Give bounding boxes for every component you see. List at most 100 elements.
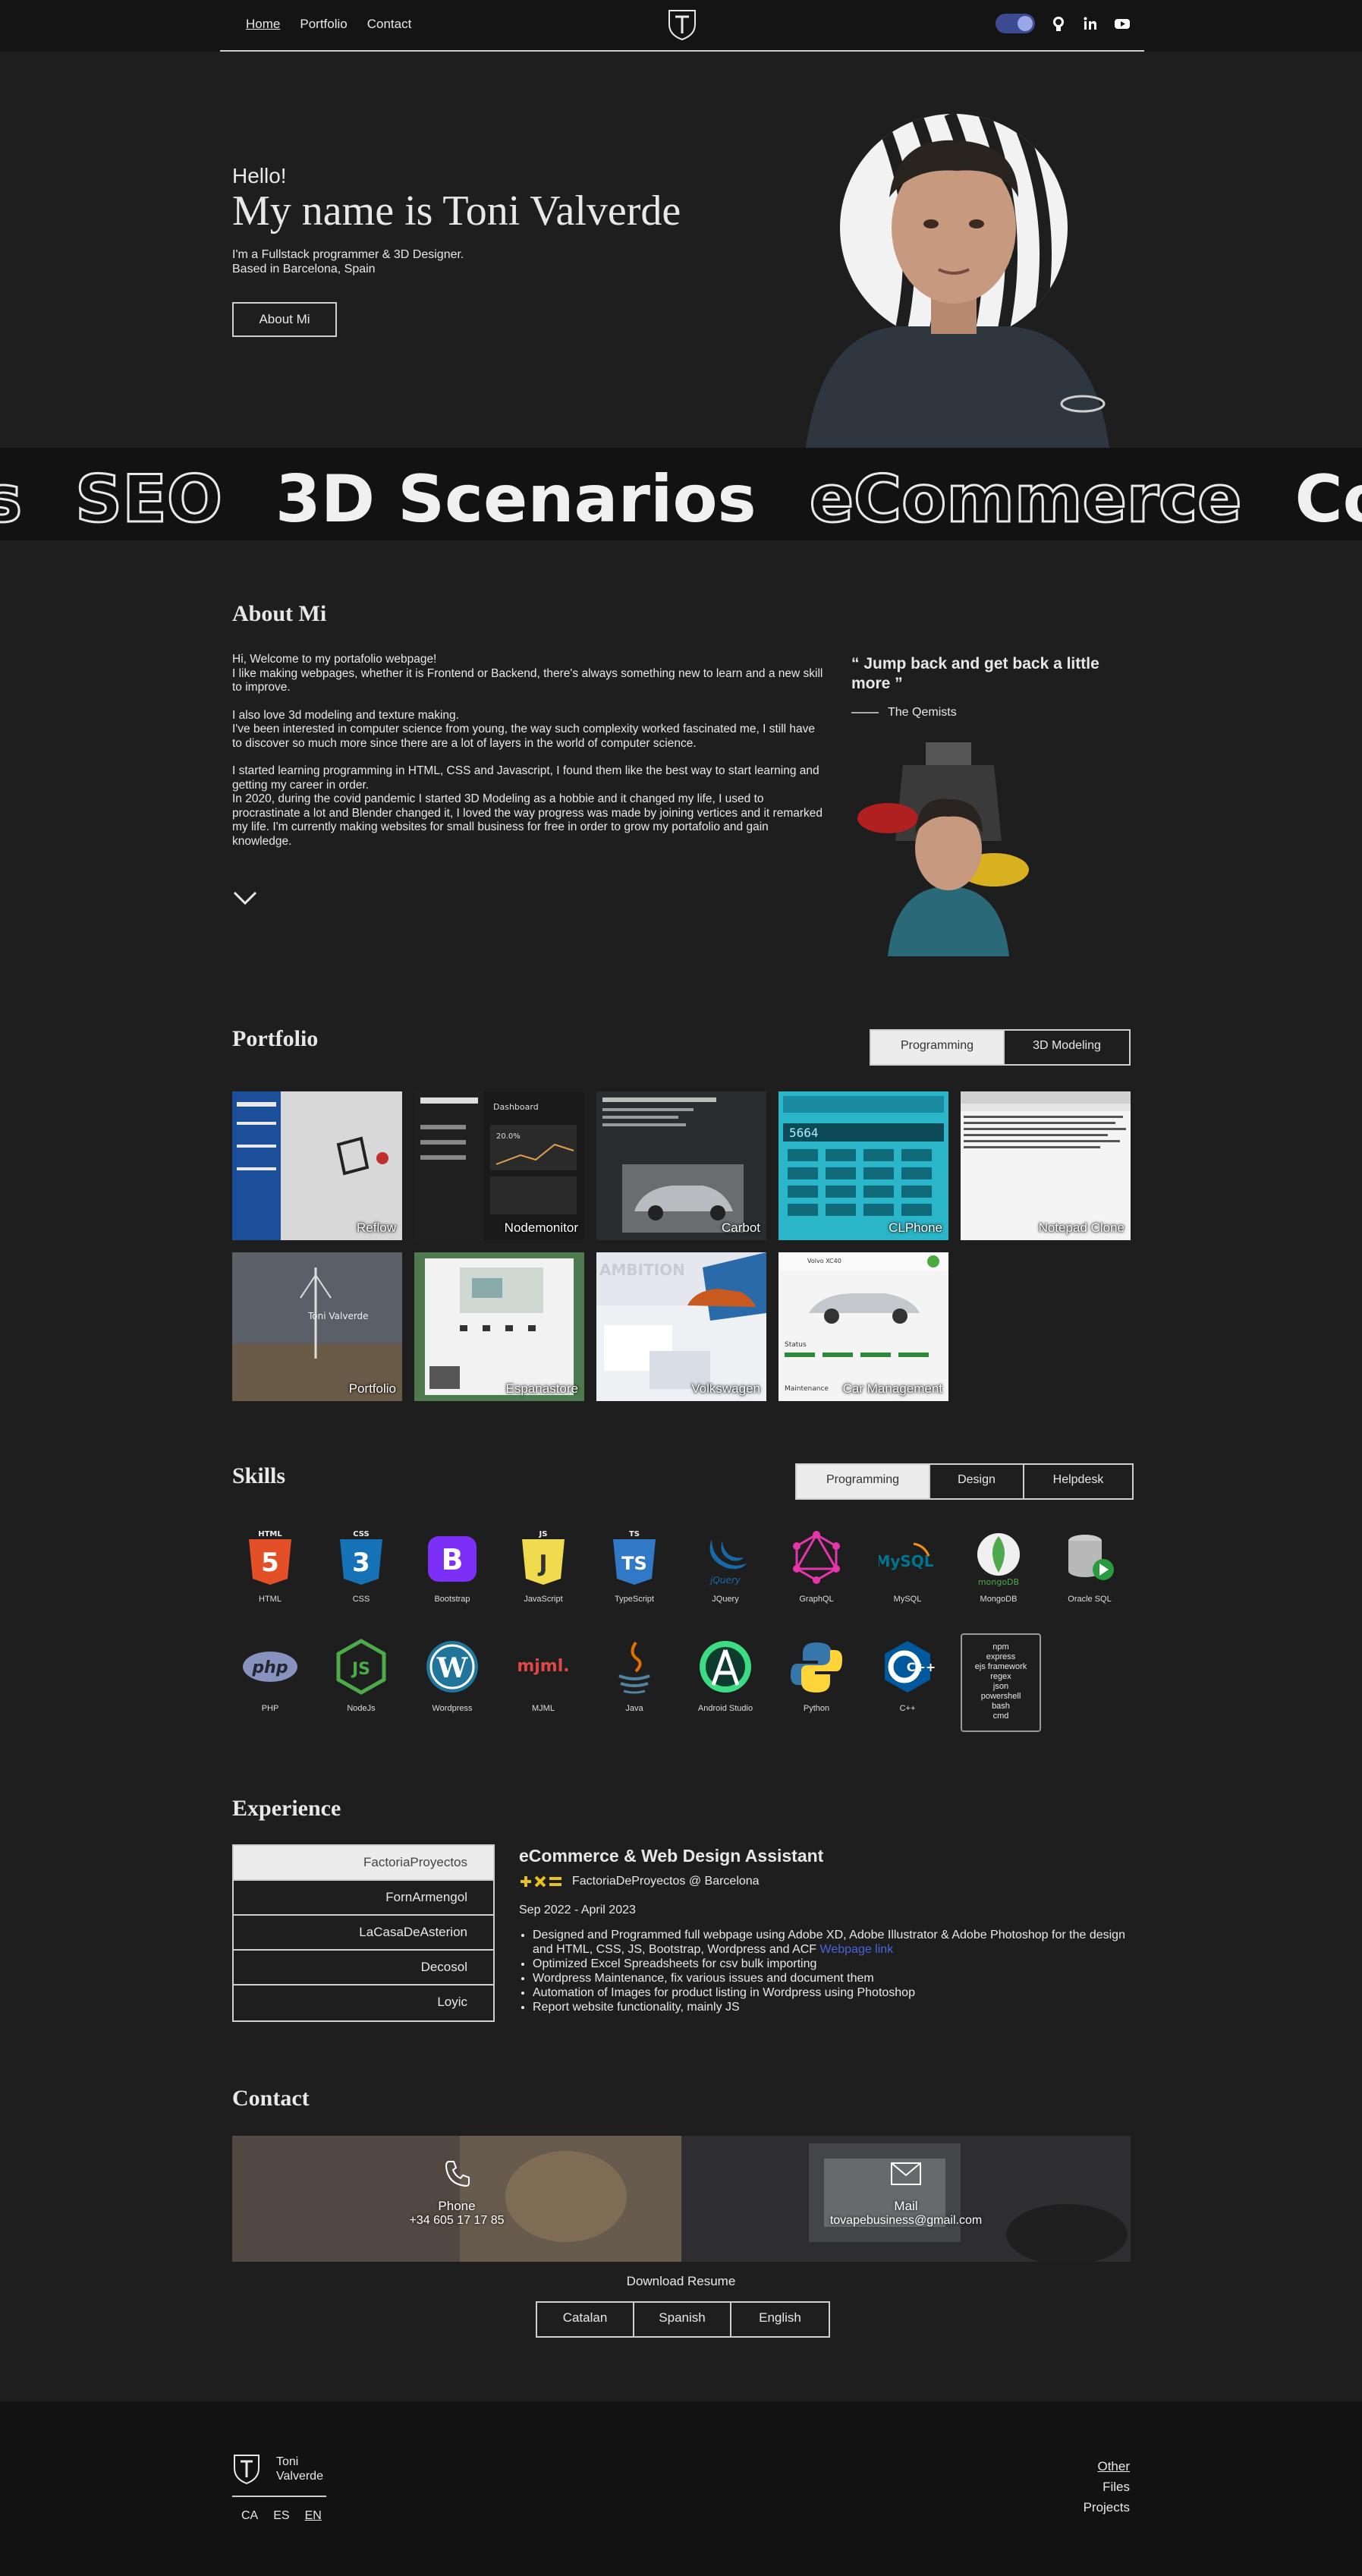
portfolio-card-clphone[interactable]: 5664 CLPhone [779, 1091, 948, 1240]
portfolio-card-volkswagen[interactable]: AMBITION Volkswagen [596, 1252, 766, 1401]
skill-label: HTML [259, 1595, 282, 1604]
lang-ca-link[interactable]: CA [241, 2509, 258, 2523]
html-icon-top: HTML [258, 1530, 282, 1538]
css-icon-number: 3 [352, 1548, 370, 1578]
tool-item: bash [992, 1702, 1010, 1711]
footer-logo-icon[interactable] [232, 2453, 261, 2485]
tool-item: json [992, 1682, 1009, 1691]
experience-company-item[interactable]: Decosol [234, 1951, 493, 1986]
skill-label: MJML [532, 1704, 555, 1713]
volkswagen-thumbnail: AMBITION [596, 1252, 766, 1401]
experience-role: eCommerce & Web Design Assistant [519, 1846, 824, 1866]
tab-3d-modeling[interactable]: 3D Modeling [1005, 1031, 1129, 1064]
tab-programming[interactable]: Programming [871, 1031, 1005, 1064]
extra-tools-box: npm express ejs framework regex json pow… [961, 1633, 1041, 1732]
reflow-thumbnail [232, 1091, 402, 1240]
company-logo-icon [521, 1875, 561, 1888]
espanastore-thumbnail [414, 1252, 584, 1401]
tab-skills-helpdesk[interactable]: Helpdesk [1024, 1465, 1132, 1498]
portfolio-card-carbot[interactable]: Carbot [596, 1091, 766, 1240]
resume-english-button[interactable]: English [731, 2303, 829, 2336]
phone-value: +34 605 17 17 85 [409, 2214, 505, 2227]
portfolio-card-portfolio[interactable]: Toni Valverde Portfolio [232, 1252, 402, 1401]
experience-company-item[interactable]: FornArmengol [234, 1881, 493, 1916]
logo-icon[interactable] [666, 8, 698, 41]
contact-phone[interactable]: Phone +34 605 17 17 85 [232, 2136, 681, 2262]
skill-cpp: C++ C++ [870, 1638, 945, 1713]
portfolio-card-reflow[interactable]: Reflow [232, 1091, 402, 1240]
wordpress-icon: W [426, 1641, 478, 1693]
linkedin-icon[interactable] [1082, 15, 1099, 32]
experience-bullet: Report website functionality, mainly JS [533, 2000, 1132, 2014]
experience-company-text: FactoriaDeProyectos @ Barcelona [572, 1875, 760, 1888]
portfolio-card-espanastore[interactable]: Espanastore [414, 1252, 584, 1401]
css3-icon: CSS 3 [340, 1530, 382, 1585]
github-icon[interactable] [1050, 15, 1067, 32]
quote-author: The Qemists [851, 706, 957, 720]
resume-spanish-button[interactable]: Spanish [634, 2303, 731, 2336]
skill-wordpress: W Wordpress [414, 1638, 490, 1713]
contact-banner: Phone +34 605 17 17 85 Mail tovapebusine… [232, 2136, 1131, 2262]
jquery-icon-text: jQuery [709, 1575, 741, 1586]
webpage-link[interactable]: Webpage link [820, 1943, 894, 1956]
skill-mongodb: mongoDB MongoDB [961, 1529, 1036, 1604]
resume-language-buttons: Catalan Spanish English [536, 2301, 830, 2338]
lang-en-link[interactable]: EN [305, 2509, 322, 2523]
mjml-icon-text: mjml. [517, 1657, 569, 1676]
skill-python: Python [779, 1638, 854, 1713]
ts-icon-glyph: TS [621, 1553, 647, 1574]
mjml-icon: mjml. [517, 1657, 569, 1676]
nav-link-portfolio[interactable]: Portfolio [300, 17, 347, 32]
portfolio-card-label: Notepad Clone [1038, 1220, 1125, 1235]
portfolio-card-label: Car Management [842, 1381, 942, 1396]
python-icon [791, 1642, 842, 1693]
contact-mail[interactable]: Mail tovapebusiness@gmail.com [681, 2136, 1131, 2262]
mysql-icon: MySQL [875, 1542, 934, 1570]
experience-company-item[interactable]: FactoriaProyectos [234, 1846, 493, 1881]
theme-toggle[interactable] [996, 14, 1035, 33]
portfolio-thumbnail: Toni Valverde [232, 1252, 402, 1401]
skill-mysql: MySQL MySQL [870, 1529, 945, 1604]
about-paragraph: I started learning programming in HTML, … [232, 764, 823, 848]
bootstrap-icon: B [428, 1536, 477, 1582]
portfolio-card-label: Nodemonitor [504, 1220, 578, 1235]
tab-skills-programming[interactable]: Programming [797, 1465, 930, 1498]
carbot-thumbnail [596, 1091, 766, 1240]
portfolio-card-nodemonitor[interactable]: Dashboard 20.0% Nodemonitor [414, 1091, 584, 1240]
skill-oracle-sql: Oracle SQL [1052, 1529, 1128, 1604]
portfolio-thumb-text: Toni Valverde [307, 1311, 369, 1321]
database-icon [1068, 1535, 1114, 1580]
nav-link-home[interactable]: Home [246, 17, 280, 32]
experience-company-item[interactable]: Loyic [234, 1986, 493, 2020]
experience-title: Experience [232, 1796, 341, 1821]
calc-display: 5664 [789, 1126, 819, 1140]
mongodb-icon: mongoDB [977, 1533, 1020, 1587]
resume-catalan-button[interactable]: Catalan [537, 2303, 634, 2336]
portfolio-card-notepad[interactable]: Notepad Clone [961, 1091, 1131, 1240]
about-title: About Mi [232, 601, 327, 626]
jquery-icon: jQuery [709, 1539, 747, 1586]
footer-link-other[interactable]: Other [1084, 2456, 1130, 2477]
skills-title: Skills [232, 1463, 286, 1488]
experience-company-item[interactable]: LaCasaDeAsterion [234, 1916, 493, 1951]
tool-item: powershell [980, 1692, 1021, 1701]
footer-link-files[interactable]: Files [1084, 2477, 1130, 2497]
phone-label: Phone [438, 2199, 476, 2213]
carmgmt-maintenance: Maintenance [785, 1385, 829, 1393]
cpp-icon-text: C++ [907, 1660, 936, 1674]
nav-link-contact[interactable]: Contact [367, 17, 412, 32]
skill-label: Java [625, 1704, 643, 1713]
android-studio-icon [700, 1641, 751, 1693]
nav-actions [996, 14, 1131, 33]
tab-skills-design[interactable]: Design [930, 1465, 1024, 1498]
youtube-icon[interactable] [1114, 15, 1131, 32]
chevron-down-icon[interactable] [232, 890, 258, 906]
footer-link-projects[interactable]: Projects [1084, 2497, 1130, 2518]
mail-icon [891, 2162, 921, 2185]
lang-es-link[interactable]: ES [273, 2509, 289, 2523]
experience-bullet: Automation of Images for product listing… [533, 1986, 1132, 2000]
portfolio-card-car-management[interactable]: Volvo XC40 Status Maintenance Car Manage… [779, 1252, 948, 1401]
phone-icon [445, 2161, 470, 2187]
about-me-button[interactable]: About Mi [232, 302, 337, 337]
clphone-thumbnail: 5664 [779, 1091, 948, 1240]
